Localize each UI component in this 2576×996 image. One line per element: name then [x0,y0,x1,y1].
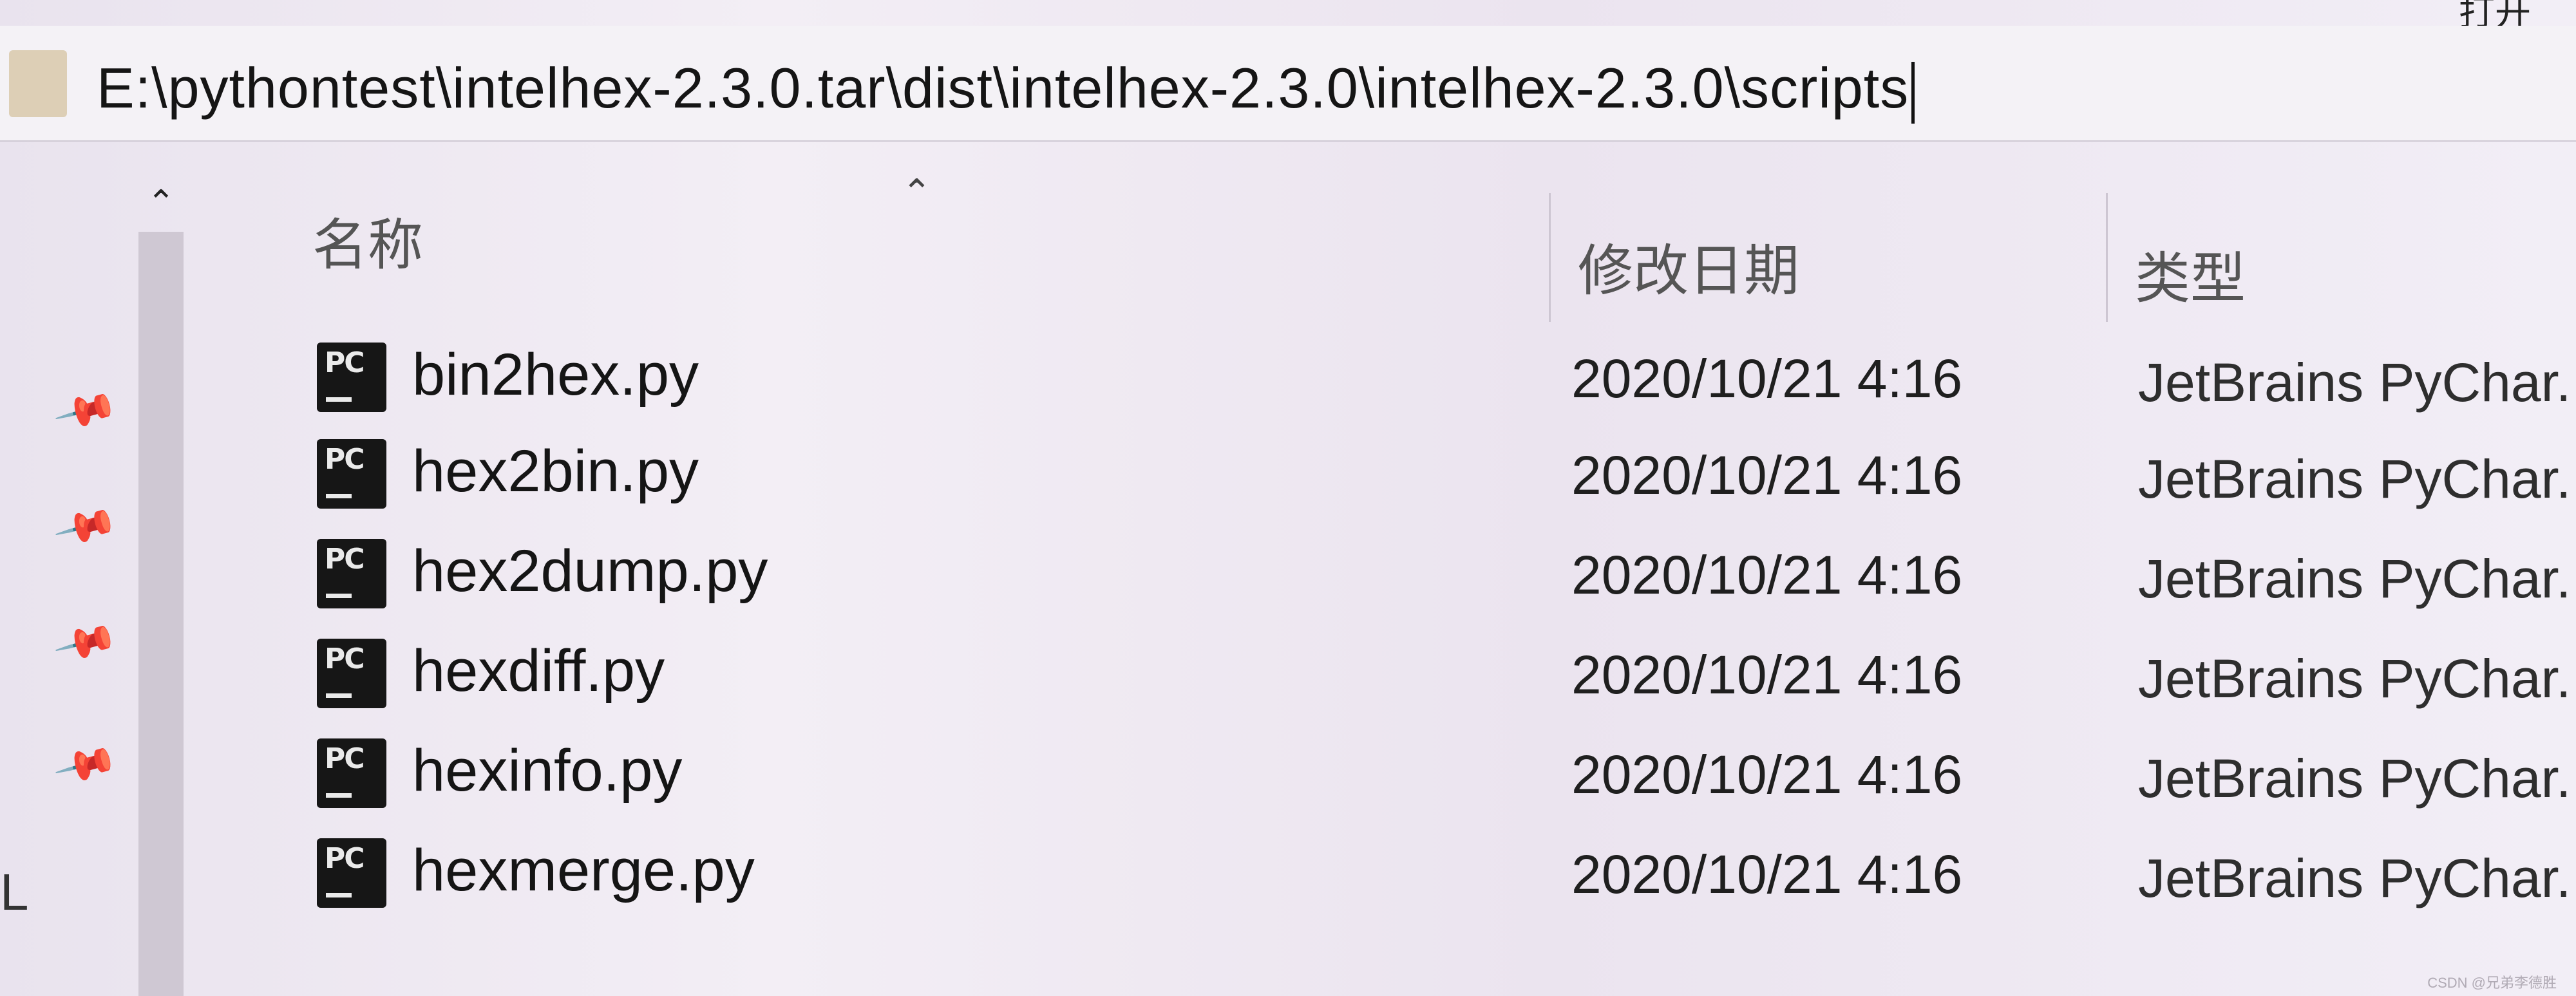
column-header-name[interactable]: 名称 [312,200,423,280]
window-title-fragment: 打开 [2459,0,2531,26]
file-type: JetBrains PyChar. [2138,648,2571,709]
file-name: hexdiff.py [412,638,665,704]
file-name: hex2dump.py [412,538,768,604]
sort-ascending-icon: ⌃ [902,172,932,212]
watermark: CSDN @兄弟李德胜 [2427,975,2557,991]
file-modified: 2020/10/21 4:16 [1571,545,1963,605]
navigation-pane-scrollbar[interactable] [138,232,184,996]
file-modified: 2020/10/21 4:16 [1571,744,1963,805]
file-name: bin2hex.py [412,342,699,408]
pycharm-file-icon: PC [317,738,386,808]
file-type: JetBrains PyChar. [2138,748,2571,809]
column-header-type[interactable]: 类型 [2135,233,2246,314]
pin-icon[interactable]: 📌 [53,609,120,675]
file-type: JetBrains PyChar. [2138,549,2571,609]
column-header-modified[interactable]: 修改日期 [1578,225,1799,306]
file-modified: 2020/10/21 4:16 [1571,348,1963,409]
pycharm-file-icon: PC [317,343,386,412]
file-modified: 2020/10/21 4:16 [1571,844,1963,905]
left-edge-glyph: L [0,863,29,921]
address-path[interactable]: E:\pythontest\intelhex-2.3.0.tar\dist\in… [97,55,1915,124]
column-divider[interactable] [2106,193,2108,322]
file-row[interactable]: PC hexmerge.py 2020/10/21 4:16 JetBrains… [309,824,2576,921]
address-bar[interactable]: E:\pythontest\intelhex-2.3.0.tar\dist\in… [0,26,2576,142]
file-modified: 2020/10/21 4:16 [1571,644,1963,705]
file-name: hex2bin.py [412,438,699,504]
file-row[interactable]: PC bin2hex.py 2020/10/21 4:16 JetBrains … [309,328,2576,425]
file-modified: 2020/10/21 4:16 [1571,445,1963,505]
address-path-text: E:\pythontest\intelhex-2.3.0.tar\dist\in… [97,56,1909,120]
file-name: hexinfo.py [412,738,683,803]
pin-icon[interactable]: 📌 [53,377,120,443]
pycharm-file-icon: PC [317,539,386,608]
file-row[interactable]: PC hexinfo.py 2020/10/21 4:16 JetBrains … [309,724,2576,821]
file-row[interactable]: PC hex2bin.py 2020/10/21 4:16 JetBrains … [309,425,2576,521]
file-row[interactable]: PC hex2dump.py 2020/10/21 4:16 JetBrains… [309,525,2576,621]
file-type: JetBrains PyChar. [2138,449,2571,509]
pycharm-file-icon: PC [317,639,386,708]
file-name: hexmerge.py [412,838,755,903]
scroll-up-arrow-icon[interactable]: ⌃ [145,186,177,220]
file-row[interactable]: PC hexdiff.py 2020/10/21 4:16 JetBrains … [309,625,2576,721]
file-type: JetBrains PyChar. [2138,848,2571,908]
pycharm-file-icon: PC [317,838,386,908]
file-type: JetBrains PyChar. [2138,352,2571,413]
column-divider[interactable] [1549,193,1551,322]
folder-icon [9,50,67,117]
pycharm-file-icon: PC [317,439,386,509]
pin-icon[interactable]: 📌 [53,493,120,559]
pin-icon[interactable]: 📌 [53,731,120,797]
text-cursor [1911,61,1915,124]
